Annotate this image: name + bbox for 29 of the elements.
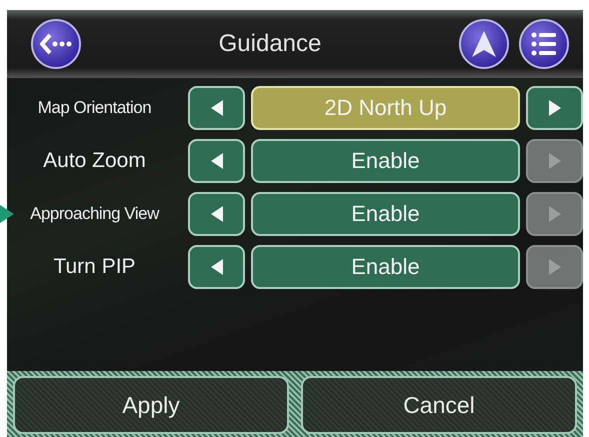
left-arrow-icon	[208, 258, 224, 276]
back-button[interactable]	[31, 19, 81, 69]
previous-button[interactable]	[188, 86, 245, 130]
right-arrow-icon	[546, 152, 562, 170]
setting-value[interactable]: Enable	[251, 192, 520, 236]
navigation-arrow-icon	[471, 30, 497, 58]
setting-label: Map Orientation	[36, 98, 152, 118]
right-arrow-icon	[546, 258, 562, 276]
apply-button[interactable]: Apply	[13, 376, 289, 434]
setting-label: Turn PIP	[52, 255, 137, 279]
screen-title: Guidance	[218, 30, 322, 58]
back-icon	[40, 33, 72, 55]
cancel-button[interactable]: Cancel	[301, 376, 577, 434]
previous-button[interactable]	[188, 192, 245, 236]
setting-value[interactable]: Enable	[251, 245, 520, 289]
left-arrow-icon	[208, 99, 224, 117]
left-arrow-icon	[208, 205, 224, 223]
left-arrow-icon	[208, 152, 224, 170]
setting-label: Auto Zoom	[42, 149, 147, 173]
navigation-button[interactable]	[459, 19, 509, 69]
setting-value[interactable]: Enable	[251, 139, 520, 183]
setting-label: Approaching View	[29, 204, 160, 224]
previous-button[interactable]	[188, 245, 245, 289]
previous-button[interactable]	[188, 139, 245, 183]
right-arrow-icon	[546, 99, 562, 117]
list-icon	[531, 32, 557, 56]
right-arrow-icon	[546, 205, 562, 223]
next-button[interactable]	[526, 86, 583, 130]
menu-button[interactable]	[519, 19, 569, 69]
